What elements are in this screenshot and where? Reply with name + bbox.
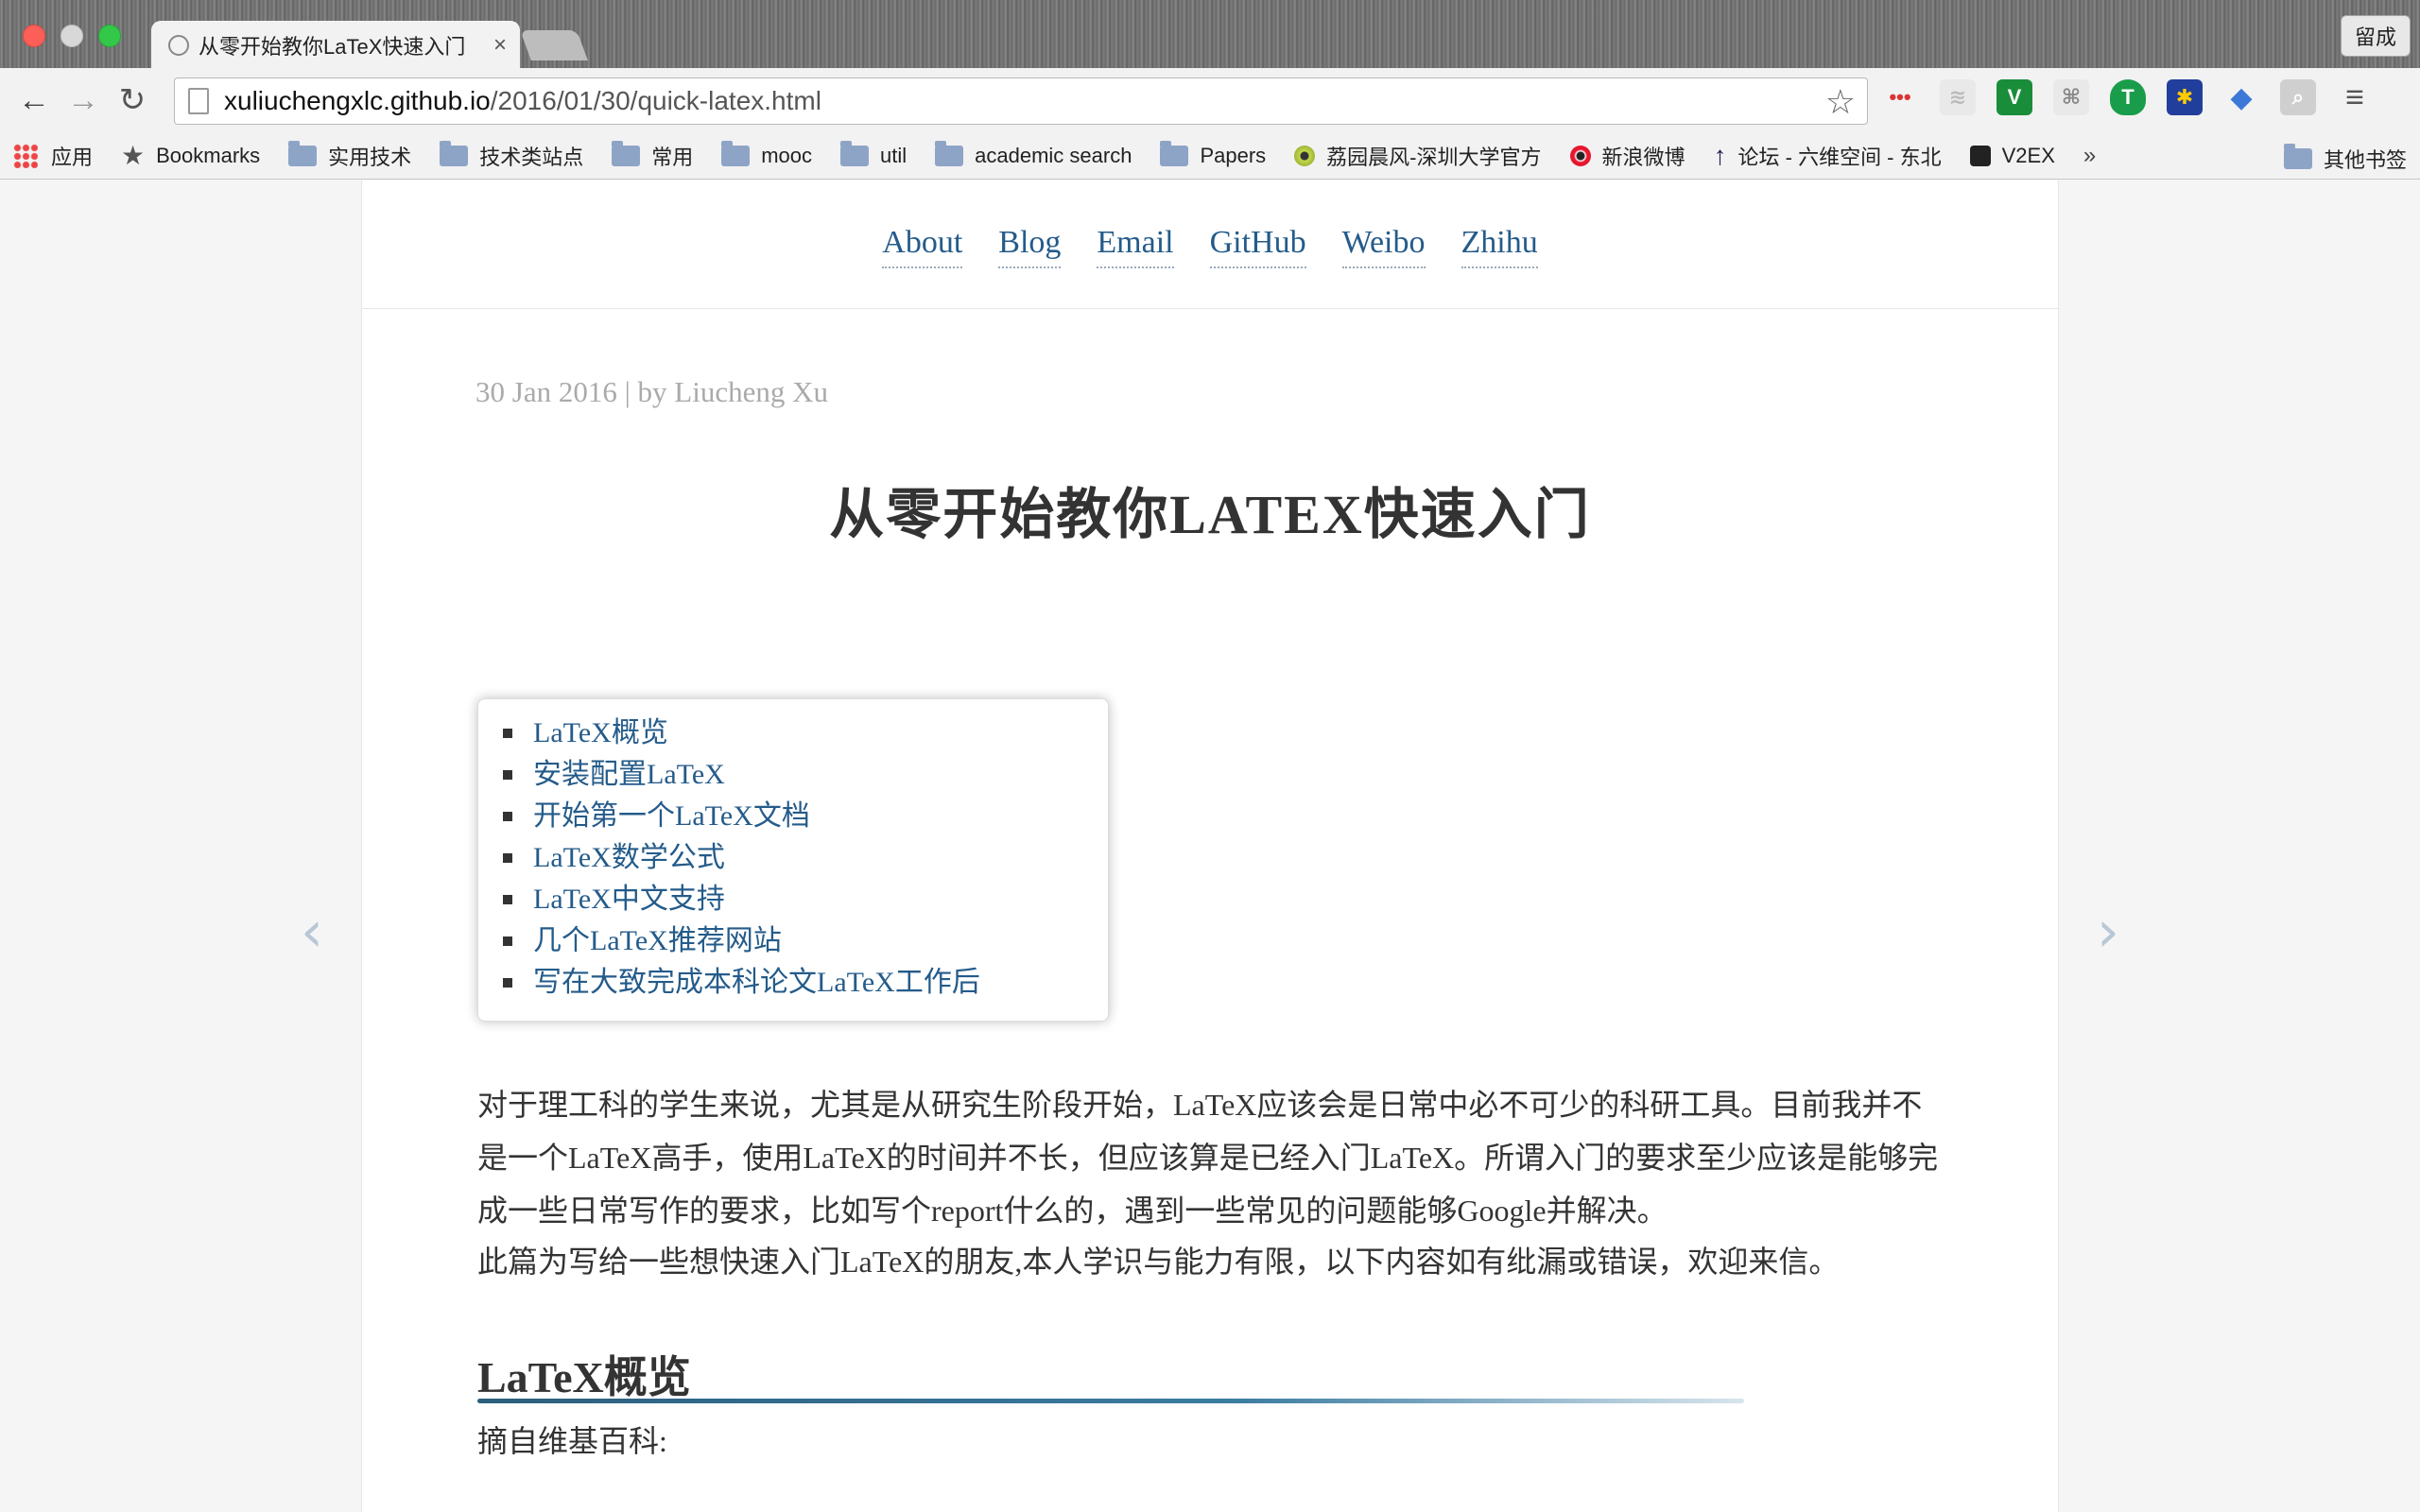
bookmark-folder[interactable]: Papers: [1160, 140, 1267, 168]
bookmark-label: 应用: [51, 145, 94, 169]
intro-paragraph: 对于理工科的学生来说，尤其是从研究生阶段开始，LaTeX应该会是日常中必不可少的…: [477, 1088, 1939, 1228]
bookmark-label: 新浪微博: [1601, 145, 1685, 169]
bookmark-apps[interactable]: 应用: [13, 141, 93, 171]
page-icon: [188, 88, 209, 114]
browser-titlebar: 从零开始教你LaTeX快速入门 × 留成: [0, 0, 2420, 70]
bookmarks-bar: 应用 ★ Bookmarks 实用技术 技术类站点 常用 mooc util a…: [0, 132, 2420, 180]
folder-icon: [721, 140, 751, 166]
folder-icon: [935, 140, 964, 166]
toc-item[interactable]: 几个LaTeX推荐网站: [503, 920, 1108, 962]
folder-icon: [2283, 144, 2312, 169]
bookmark-site[interactable]: 荔园晨风-深圳大学官方: [1294, 141, 1542, 171]
nav-link-blog[interactable]: Blog: [998, 225, 1062, 268]
post-meta: 30 Jan 2016 | by Liucheng Xu: [475, 375, 828, 408]
toc-item[interactable]: LaTeX中文支持: [503, 879, 1108, 920]
profile-button[interactable]: 留成: [2341, 15, 2411, 57]
toc-item[interactable]: 写在大致完成本科论文LaTeX工作后: [503, 962, 1108, 1004]
url-host: xuliuchengxlc.github.io: [224, 86, 491, 115]
bookmark-site[interactable]: 新浪微博: [1569, 141, 1685, 171]
apps-icon: [13, 143, 38, 168]
folder-icon: [612, 140, 641, 166]
bookmark-label: 实用技术: [328, 145, 412, 169]
bookmark-folder[interactable]: 常用: [612, 140, 694, 171]
shield-extension-icon[interactable]: T: [2110, 79, 2146, 115]
bookmark-site[interactable]: V2EX: [1969, 143, 2055, 168]
tab-close-icon[interactable]: ×: [493, 32, 507, 59]
tab-title: 从零开始教你LaTeX快速入门: [199, 35, 466, 59]
previous-post-arrow-icon[interactable]: ‹: [301, 899, 323, 965]
bookmarks-overflow-icon[interactable]: »: [2083, 143, 2096, 169]
back-arrow-icon[interactable]: ←: [9, 76, 59, 125]
tab-favicon-icon: [168, 35, 189, 56]
bookmark-bookmarks[interactable]: ★ Bookmarks: [121, 140, 260, 171]
page-viewport: ‹ › About Blog Email GitHub Weibo Zhihu …: [0, 180, 2420, 1512]
diamond-extension-icon[interactable]: ◆: [2223, 79, 2259, 115]
bookmark-label: Bookmarks: [156, 143, 261, 167]
eu-extension-icon[interactable]: ✱: [2167, 79, 2203, 115]
post-title: 从零开始教你LATEX快速入门: [829, 484, 1591, 545]
bookmark-label: 其他书签: [2323, 148, 2407, 172]
pocket-extension-icon[interactable]: ≋: [1940, 79, 1976, 115]
bookmark-label: V2EX: [2001, 143, 2055, 167]
bookmark-label: util: [880, 143, 908, 167]
extension-icons: ••• ≋ V ⌘ T ✱ ◆ ⌕ ≡: [1881, 79, 2373, 115]
bookmark-star-icon[interactable]: ☆: [1825, 82, 1856, 122]
bookmark-label: mooc: [761, 143, 813, 167]
nav-link-email[interactable]: Email: [1097, 225, 1174, 268]
bookmark-site[interactable]: ↑ 论坛 - 六维空间 - 东北: [1714, 141, 1942, 171]
close-window-button[interactable]: [23, 25, 45, 47]
address-bar[interactable]: xuliuchengxlc.github.io/2016/01/30/quick…: [174, 77, 1868, 125]
bookmark-label: 常用: [651, 145, 694, 169]
section-underline: [477, 1399, 1744, 1403]
browser-toolbar: ← → ↻ xuliuchengxlc.github.io/2016/01/30…: [0, 68, 2420, 132]
next-post-arrow-icon[interactable]: ›: [2097, 899, 2119, 965]
forward-arrow-icon[interactable]: →: [59, 76, 108, 125]
minimize-window-button[interactable]: [60, 25, 83, 47]
toc-item[interactable]: LaTeX数学公式: [503, 837, 1108, 879]
toc-item[interactable]: LaTeX概览: [503, 713, 1108, 754]
browser-tab-active[interactable]: 从零开始教你LaTeX快速入门 ×: [151, 21, 520, 70]
bookmark-label: academic search: [975, 143, 1132, 167]
bookmark-folder[interactable]: mooc: [721, 140, 813, 168]
v2ex-icon: [1969, 145, 1991, 166]
star-icon: ★: [121, 141, 146, 170]
nav-link-weibo[interactable]: Weibo: [1341, 225, 1426, 268]
toc-item[interactable]: 开始第一个LaTeX文档: [503, 796, 1108, 837]
search-extension-icon[interactable]: ⌕: [2280, 79, 2316, 115]
nav-link-about[interactable]: About: [882, 225, 963, 268]
bookmark-folder[interactable]: 实用技术: [288, 140, 412, 171]
site-nav: About Blog Email GitHub Weibo Zhihu: [362, 180, 2058, 309]
lastpass-extension-icon[interactable]: •••: [1881, 79, 1919, 115]
bookmark-label: 论坛 - 六维空间 - 东北: [1737, 145, 1942, 169]
bookmark-folder[interactable]: academic search: [935, 140, 1132, 168]
menu-icon[interactable]: ≡: [2337, 79, 2373, 115]
reload-icon[interactable]: ↻: [108, 76, 157, 125]
section-heading: LaTeX概览: [477, 1353, 691, 1401]
vimium-extension-icon[interactable]: V: [1996, 79, 2032, 115]
folder-icon: [840, 140, 870, 166]
maximize-window-button[interactable]: [98, 25, 121, 47]
url-path: /2016/01/30/quick-latex.html: [490, 86, 821, 115]
folder-icon: [1160, 140, 1189, 166]
sitemap-extension-icon[interactable]: ⌘: [2053, 79, 2089, 115]
table-of-contents: LaTeX概览 安装配置LaTeX 开始第一个LaTeX文档 LaTeX数学公式…: [477, 698, 1109, 1022]
bookmark-folder[interactable]: util: [840, 140, 908, 168]
bookmark-other-folder[interactable]: 其他书签: [2283, 144, 2407, 174]
page-container: About Blog Email GitHub Weibo Zhihu 30 J…: [361, 180, 2059, 1512]
bookmark-label: Papers: [1200, 143, 1267, 167]
section-paragraph: 摘自维基百科:: [477, 1424, 667, 1458]
nav-link-github[interactable]: GitHub: [1209, 225, 1306, 268]
folder-icon: [440, 140, 469, 166]
new-tab-button[interactable]: [520, 30, 588, 60]
bookmark-label: 荔园晨风-深圳大学官方: [1326, 145, 1542, 169]
toc-item[interactable]: 安装配置LaTeX: [503, 754, 1108, 796]
folder-icon: [288, 140, 318, 166]
bookmark-folder[interactable]: 技术类站点: [440, 140, 584, 171]
nav-link-zhihu[interactable]: Zhihu: [1461, 225, 1538, 268]
bookmark-label: 技术类站点: [479, 145, 584, 169]
arrow-icon: ↑: [1713, 140, 1727, 170]
site-icon: [1294, 145, 1316, 166]
note-paragraph: 此篇为写给一些想快速入门LaTeX的朋友,本人学识与能力有限，以下内容如有纰漏或…: [477, 1245, 1840, 1279]
weibo-icon: [1569, 145, 1591, 166]
